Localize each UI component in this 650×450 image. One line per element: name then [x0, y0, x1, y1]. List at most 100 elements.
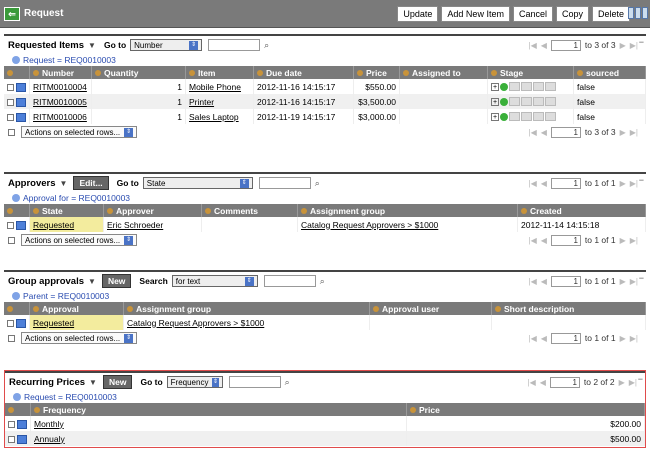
first-page-icon[interactable]: |◀ — [529, 236, 537, 245]
copy-button[interactable]: Copy — [555, 6, 589, 22]
update-button[interactable]: Update — [397, 6, 439, 22]
goto-select[interactable]: Frequency ⇕ — [166, 376, 223, 388]
frequency-link[interactable]: Monthly — [34, 419, 64, 429]
select-all-checkbox[interactable] — [8, 128, 15, 136]
next-page-icon[interactable]: ▶ — [620, 277, 626, 286]
info-icon[interactable] — [16, 97, 26, 107]
row-checkbox[interactable] — [7, 319, 14, 327]
prev-page-icon[interactable]: ◀ — [541, 277, 547, 286]
collapse-icon[interactable]: − — [639, 273, 644, 283]
collapse-icon[interactable]: − — [639, 37, 644, 47]
page-input[interactable]: 1 — [550, 39, 581, 51]
last-page-icon[interactable]: ▶| — [629, 378, 637, 387]
filter-breadcrumb[interactable]: Approval for = REQ0010003 — [23, 193, 130, 203]
table-row[interactable]: RITM0010004 1 Mobile Phone 2012-11-16 14… — [4, 79, 646, 94]
info-icon[interactable] — [16, 112, 26, 122]
search-icon[interactable]: ⌕ — [315, 178, 320, 189]
row-checkbox[interactable] — [8, 435, 15, 443]
new-button[interactable]: New — [102, 375, 133, 389]
chevron-down-icon[interactable]: ▼ — [89, 378, 97, 387]
filter-icon[interactable] — [13, 393, 21, 401]
number-link[interactable]: RITM0010006 — [33, 112, 87, 122]
filter-breadcrumb[interactable]: Request = REQ0010003 — [24, 392, 117, 402]
table-row[interactable]: Requested Eric Schroeder Catalog Request… — [4, 217, 646, 232]
next-page-icon[interactable]: ▶ — [620, 179, 626, 188]
next-page-icon[interactable]: ▶ — [620, 334, 626, 343]
goto-input[interactable] — [228, 376, 281, 388]
search-input[interactable] — [263, 275, 316, 287]
first-page-icon[interactable]: |◀ — [529, 179, 537, 188]
table-row[interactable]: RITM0010005 1 Printer 2012-11-16 14:15:1… — [4, 94, 646, 109]
prev-page-icon[interactable]: ◀ — [541, 41, 547, 50]
actions-select[interactable]: Actions on selected rows... ⇕ — [21, 332, 138, 344]
last-page-icon[interactable]: ▶| — [630, 334, 638, 343]
frequency-link[interactable]: Annualy — [34, 434, 65, 444]
add-new-item-button[interactable]: Add New Item — [441, 6, 510, 22]
assignment-group-link[interactable]: Catalog Request Approvers > $1000 — [127, 318, 264, 328]
page-input[interactable]: 1 — [550, 275, 581, 287]
row-checkbox[interactable] — [7, 98, 14, 106]
chevron-down-icon[interactable]: ▼ — [60, 179, 68, 188]
first-page-icon[interactable]: |◀ — [529, 41, 537, 50]
goto-input[interactable] — [208, 39, 261, 51]
new-button[interactable]: New — [101, 274, 132, 288]
next-page-icon[interactable]: ▶ — [619, 378, 625, 387]
filter-icon[interactable] — [12, 292, 20, 300]
first-page-icon[interactable]: |◀ — [528, 378, 536, 387]
search-icon[interactable]: ⌕ — [264, 40, 269, 51]
stage-indicator[interactable]: + — [491, 97, 570, 106]
last-page-icon[interactable]: ▶| — [630, 128, 638, 137]
filter-icon[interactable] — [12, 194, 20, 202]
actions-select[interactable]: Actions on selected rows... ⇕ — [21, 234, 138, 246]
state-link[interactable]: Requested — [33, 220, 74, 230]
last-page-icon[interactable]: ▶| — [630, 179, 638, 188]
table-row[interactable]: Monthly $200.00 — [5, 416, 645, 431]
first-page-icon[interactable]: |◀ — [529, 277, 537, 286]
menu-icon[interactable] — [642, 7, 648, 19]
page-input[interactable]: 1 — [550, 126, 581, 138]
goto-select[interactable]: State ⇕ — [142, 177, 253, 189]
collapse-icon[interactable]: − — [638, 374, 643, 384]
collapse-icon[interactable]: − — [639, 175, 644, 185]
item-link[interactable]: Printer — [189, 97, 214, 107]
select-all-checkbox[interactable] — [8, 236, 15, 244]
last-page-icon[interactable]: ▶| — [630, 236, 638, 245]
page-input[interactable]: 1 — [550, 234, 581, 246]
info-icon[interactable] — [17, 434, 27, 444]
select-all-checkbox[interactable] — [8, 334, 15, 342]
assignment-group-link[interactable]: Catalog Request Approvers > $1000 — [301, 220, 438, 230]
item-link[interactable]: Mobile Phone — [189, 82, 241, 92]
number-link[interactable]: RITM0010005 — [33, 97, 87, 107]
info-icon[interactable] — [16, 220, 26, 230]
next-page-icon[interactable]: ▶ — [620, 128, 626, 137]
last-page-icon[interactable]: ▶| — [630, 41, 638, 50]
first-page-icon[interactable]: |◀ — [529, 128, 537, 137]
row-checkbox[interactable] — [7, 113, 14, 121]
search-select[interactable]: for text ⇕ — [171, 275, 258, 287]
prev-page-icon[interactable]: ◀ — [541, 128, 547, 137]
page-input[interactable]: 1 — [550, 177, 581, 189]
chevron-down-icon[interactable]: ▼ — [88, 277, 96, 286]
edit-button[interactable]: Edit... — [73, 176, 109, 190]
actions-select[interactable]: Actions on selected rows... ⇕ — [21, 126, 138, 138]
filter-breadcrumb[interactable]: Parent = REQ0010003 — [23, 291, 109, 301]
search-icon[interactable]: ⌕ — [285, 377, 290, 388]
prev-page-icon[interactable]: ◀ — [541, 334, 547, 343]
last-page-icon[interactable]: ▶| — [630, 277, 638, 286]
stage-indicator[interactable]: + — [491, 82, 570, 91]
filter-breadcrumb[interactable]: Request = REQ0010003 — [23, 55, 116, 65]
row-checkbox[interactable] — [7, 83, 14, 91]
table-row[interactable]: Annualy $500.00 — [5, 431, 645, 446]
page-input[interactable]: 1 — [550, 332, 581, 344]
prev-page-icon[interactable]: ◀ — [540, 378, 546, 387]
attachment-icon[interactable] — [628, 7, 634, 19]
search-icon[interactable]: ⌕ — [320, 276, 325, 287]
goto-select[interactable]: Number ⇕ — [130, 39, 203, 51]
delete-button[interactable]: Delete — [591, 6, 630, 22]
first-page-icon[interactable]: |◀ — [529, 334, 537, 343]
info-icon[interactable] — [16, 82, 26, 92]
approver-link[interactable]: Eric Schroeder — [107, 220, 163, 230]
table-row[interactable]: Requested Catalog Request Approvers > $1… — [4, 315, 646, 330]
info-icon[interactable] — [17, 419, 27, 429]
prev-page-icon[interactable]: ◀ — [541, 179, 547, 188]
